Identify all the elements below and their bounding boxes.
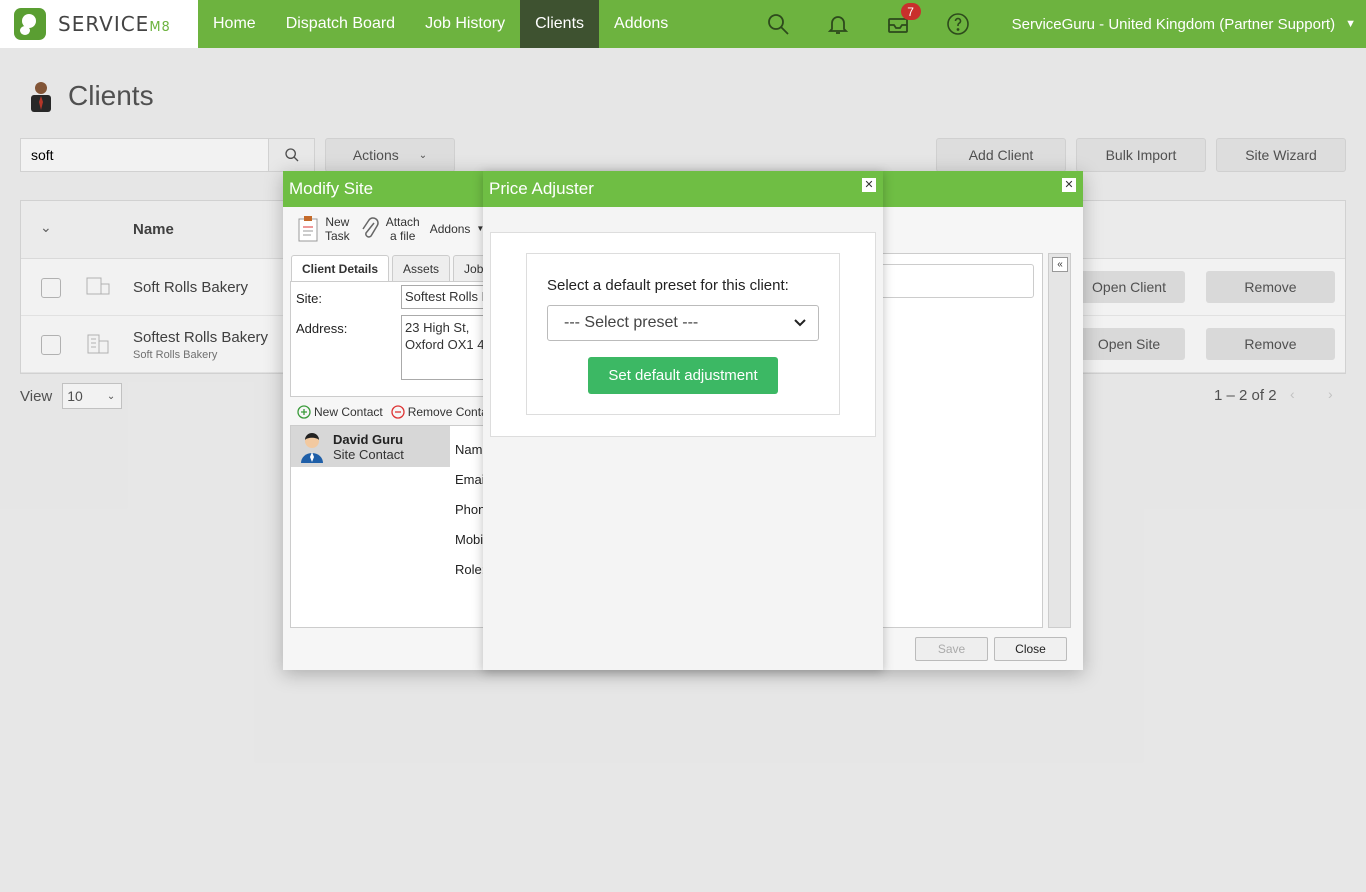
site-label: Site: bbox=[296, 291, 323, 306]
notification-badge: 7 bbox=[900, 3, 921, 20]
top-navigation: SERVICEM8 Home Dispatch Board Job Histor… bbox=[0, 0, 1366, 48]
price-adjuster-header: Price Adjuster ✕ bbox=[483, 171, 883, 207]
brand-logo[interactable]: SERVICEM8 bbox=[0, 0, 198, 48]
site-tabs: Client Details Assets Jobs bbox=[291, 255, 501, 281]
remove-circle-icon bbox=[391, 405, 405, 419]
clipboard-icon bbox=[298, 216, 318, 242]
contact-role: Site Contact bbox=[333, 446, 404, 462]
new-task-button[interactable]: New Task bbox=[297, 215, 350, 243]
preset-select-value: --- Select preset --- bbox=[564, 314, 699, 331]
set-default-adjustment-button[interactable]: Set default adjustment bbox=[588, 357, 778, 394]
attach-label-2: a file bbox=[390, 229, 416, 243]
contact-role-label: Role: bbox=[455, 562, 486, 577]
side-panel-rail: « bbox=[1048, 253, 1071, 628]
bell-icon[interactable] bbox=[808, 0, 868, 48]
brand-wordmark: SERVICEM8 bbox=[58, 12, 171, 36]
address-label: Address: bbox=[296, 321, 348, 336]
preset-prompt: Select a default preset for this client: bbox=[547, 277, 789, 294]
close-icon[interactable]: ✕ bbox=[1062, 178, 1076, 192]
tab-client-details[interactable]: Client Details bbox=[291, 255, 390, 281]
dialog-title: Modify Site bbox=[289, 179, 374, 198]
add-circle-icon bbox=[297, 405, 311, 419]
address-field[interactable]: 23 High St, Oxford OX1 4AA bbox=[401, 315, 491, 380]
account-name: ServiceGuru - United Kingdom (Partner Su… bbox=[1011, 15, 1336, 33]
nav-home[interactable]: Home bbox=[198, 0, 271, 48]
chevron-down-icon: ▼ bbox=[1345, 18, 1356, 30]
collapse-icon[interactable]: « bbox=[1052, 257, 1068, 272]
new-contact-button[interactable]: New Contact bbox=[297, 405, 383, 419]
price-adjuster-body: Select a default preset for this client:… bbox=[490, 232, 876, 437]
contact-toolbar: New Contact Remove Contact bbox=[297, 405, 497, 419]
tab-assets[interactable]: Assets bbox=[392, 255, 451, 281]
client-details-panel: Site: Softest Rolls Bakery Address: 23 H… bbox=[290, 281, 491, 397]
nav-addons[interactable]: Addons bbox=[599, 0, 683, 48]
addons-dropdown[interactable]: Addons ▼ bbox=[430, 222, 485, 236]
account-menu[interactable]: ServiceGuru - United Kingdom (Partner Su… bbox=[988, 16, 1366, 33]
new-task-label-2: Task bbox=[325, 229, 350, 243]
avatar bbox=[301, 432, 323, 463]
new-task-label-1: New bbox=[325, 215, 350, 229]
chevron-down-icon bbox=[794, 319, 806, 327]
contact-name: David Guru bbox=[333, 431, 404, 447]
address-line-2: Oxford OX1 4AA bbox=[405, 337, 490, 352]
attach-label-1: Attach bbox=[385, 215, 420, 229]
close-button[interactable]: Close bbox=[994, 637, 1067, 661]
search-icon[interactable] bbox=[748, 0, 808, 48]
site-toolbar: New Task Attach a file Addons ▼ bbox=[297, 215, 484, 243]
address-line-1: 23 High St, bbox=[405, 320, 470, 335]
inbox-icon[interactable]: 7 bbox=[868, 0, 928, 48]
nav-dispatch-board[interactable]: Dispatch Board bbox=[271, 0, 410, 48]
new-contact-label: New Contact bbox=[314, 405, 383, 419]
close-icon[interactable]: ✕ bbox=[862, 178, 876, 192]
nav-icon-group: 7 ServiceGuru - United Kingdom (Partner … bbox=[748, 0, 1366, 48]
nav-clients[interactable]: Clients bbox=[520, 0, 600, 48]
addons-label: Addons bbox=[429, 222, 471, 236]
preset-select[interactable]: --- Select preset --- bbox=[547, 305, 819, 341]
paperclip-icon bbox=[362, 217, 379, 238]
nav-job-history[interactable]: Job History bbox=[410, 0, 520, 48]
help-icon[interactable] bbox=[928, 0, 988, 48]
save-button[interactable]: Save bbox=[915, 637, 988, 661]
dialog-title: Price Adjuster bbox=[489, 179, 594, 198]
attach-file-button[interactable]: Attach a file bbox=[360, 215, 420, 243]
site-name-field[interactable]: Softest Rolls Bakery bbox=[401, 285, 491, 309]
servicem8-logo-icon bbox=[14, 8, 46, 40]
remove-contact-button[interactable]: Remove Contact bbox=[391, 405, 497, 419]
preset-panel: Select a default preset for this client:… bbox=[526, 253, 840, 415]
price-adjuster-dialog: Price Adjuster ✕ Select a default preset… bbox=[483, 171, 883, 670]
